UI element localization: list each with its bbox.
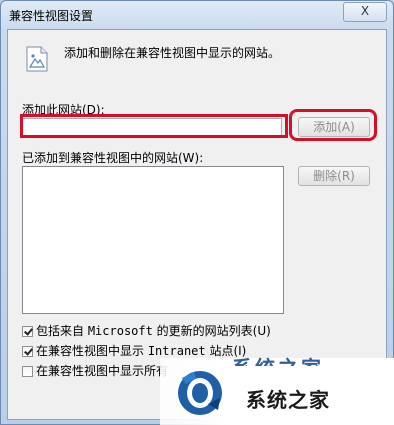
option-microsoft-list[interactable]: 包括来自 Microsoft 的更新的网站列表(U)	[22, 324, 271, 340]
option-text-mono: Microsoft	[87, 324, 153, 338]
dialog-description: 添加和删除在兼容性视图中显示的网站。	[64, 46, 281, 60]
add-site-label: 添加此网站(D):	[22, 103, 105, 117]
watermark-logo-icon	[178, 371, 222, 415]
checkbox-checked[interactable]	[22, 326, 33, 337]
site-list-label: 已添加到兼容性视图中的网站(W):	[22, 151, 204, 165]
watermark-text: 系统之家	[246, 388, 330, 412]
option-text: 的更新的网站列表(U)	[152, 324, 271, 338]
site-list[interactable]	[22, 166, 284, 314]
title-bar[interactable]: 兼容性视图设置 X	[1, 1, 393, 29]
option-text: 在兼容性视图中显示	[36, 344, 148, 358]
option-all-sites[interactable]: 在兼容性视图中显示所有	[22, 364, 168, 380]
window-title: 兼容性视图设置	[9, 9, 94, 23]
checkbox-checked[interactable]	[22, 346, 33, 357]
add-site-input[interactable]	[22, 118, 282, 136]
document-image-icon	[26, 46, 48, 72]
remove-button[interactable]: 删除(R)	[298, 166, 370, 186]
close-icon: X	[360, 4, 370, 18]
option-text: 在兼容性视图中显示所有	[36, 364, 169, 378]
close-button[interactable]: X	[343, 2, 387, 22]
add-button[interactable]: 添加(A)	[298, 117, 370, 137]
watermark-faint-text: 系统之家	[232, 352, 324, 366]
checkbox-unchecked[interactable]	[22, 366, 33, 377]
option-text: 包括来自	[36, 324, 88, 338]
option-text-mono: Intranet	[147, 344, 206, 358]
